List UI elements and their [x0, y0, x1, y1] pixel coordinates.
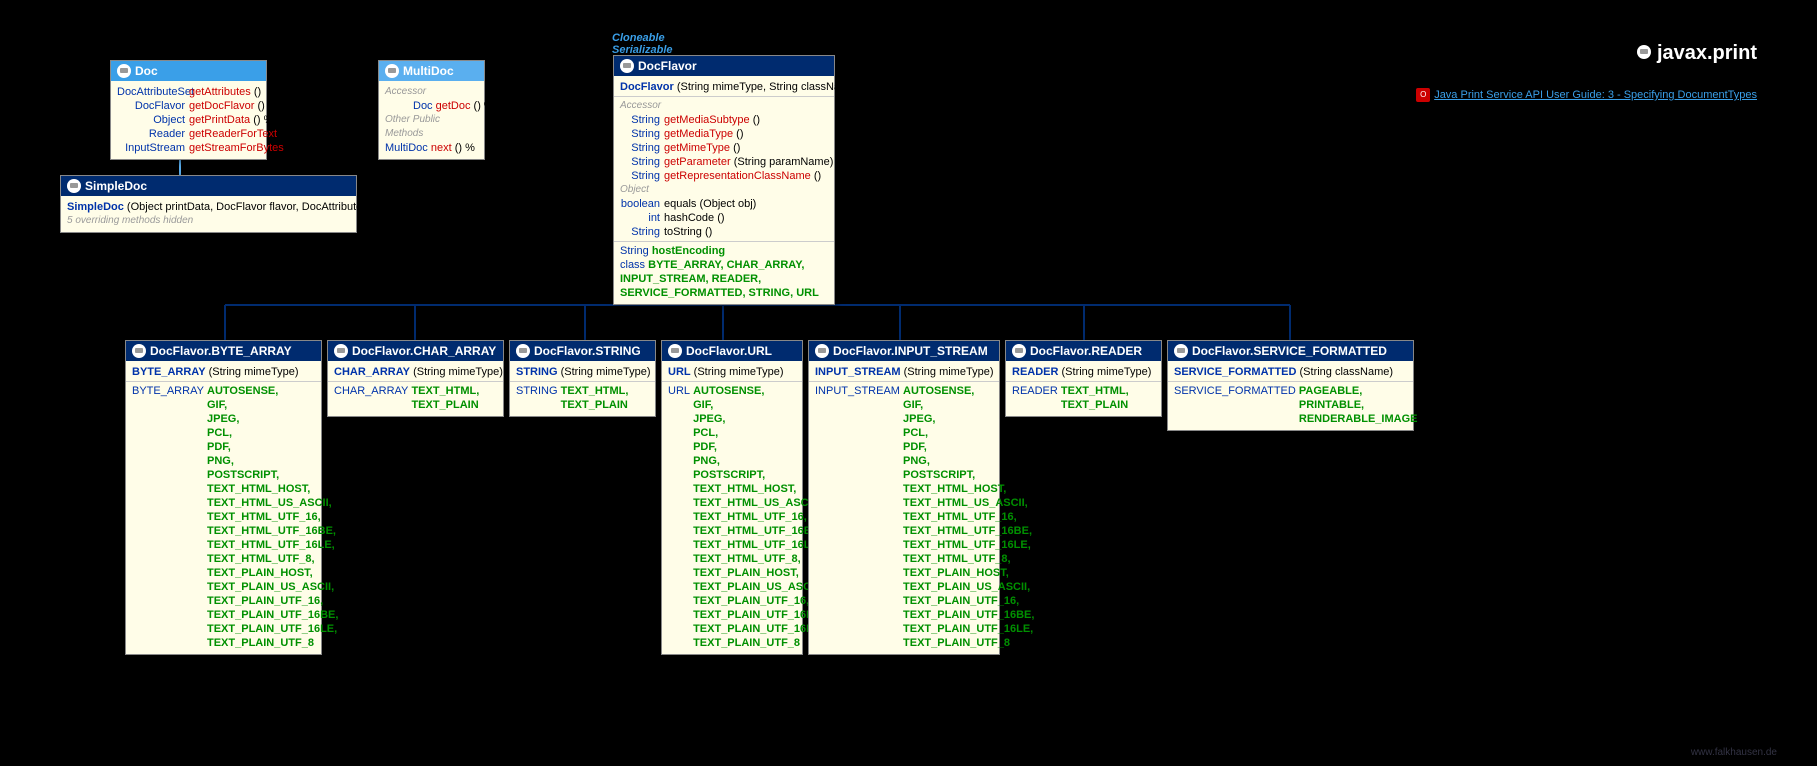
box-title: DocFlavor	[614, 56, 834, 76]
class-icon	[1174, 344, 1188, 358]
box-title: Doc	[111, 61, 266, 81]
box-title: DocFlavor.INPUT_STREAM	[809, 341, 999, 361]
box-title: DocFlavor.CHAR_ARRAY	[328, 341, 503, 361]
class-string: DocFlavor.STRING STRING (String mimeType…	[509, 340, 656, 417]
box-title: MultiDoc	[379, 61, 484, 81]
box-title: DocFlavor.STRING	[510, 341, 655, 361]
box-title: DocFlavor.READER	[1006, 341, 1161, 361]
class-icon	[1012, 344, 1026, 358]
class-input-stream: DocFlavor.INPUT_STREAM INPUT_STREAM (Str…	[808, 340, 1000, 655]
box-title: DocFlavor.URL	[662, 341, 802, 361]
oracle-icon: O	[1416, 88, 1430, 102]
class-byte-array: DocFlavor.BYTE_ARRAY BYTE_ARRAY (String …	[125, 340, 322, 655]
package-title: javax.print	[1637, 42, 1757, 65]
interface-doc: Doc DocAttributeSetgetAttributes ()DocFl…	[110, 60, 267, 160]
class-reader: DocFlavor.READER READER (String mimeType…	[1005, 340, 1162, 417]
class-docflavor: DocFlavor DocFlavor (String mimeType, St…	[613, 55, 835, 305]
annotation-cloneable: Cloneable	[612, 32, 665, 44]
class-icon	[385, 64, 399, 78]
footer-credit: www.falkhausen.de	[1691, 747, 1777, 758]
guide-link[interactable]: OJava Print Service API User Guide: 3 - …	[1416, 88, 1757, 102]
class-url: DocFlavor.URL URL (String mimeType) URL …	[661, 340, 803, 655]
class-icon	[132, 344, 146, 358]
class-icon	[117, 64, 131, 78]
class-icon	[620, 59, 634, 73]
box-title: DocFlavor.BYTE_ARRAY	[126, 341, 321, 361]
class-icon	[668, 344, 682, 358]
class-icon	[67, 179, 81, 193]
class-char-array: DocFlavor.CHAR_ARRAY CHAR_ARRAY (String …	[327, 340, 504, 417]
box-title: SimpleDoc	[61, 176, 356, 196]
class-service-formatted: DocFlavor.SERVICE_FORMATTED SERVICE_FORM…	[1167, 340, 1414, 431]
class-simpledoc: SimpleDoc SimpleDoc (Object printData, D…	[60, 175, 357, 233]
class-icon	[815, 344, 829, 358]
class-icon	[334, 344, 348, 358]
class-icon	[516, 344, 530, 358]
class-icon	[1637, 45, 1651, 59]
box-title: DocFlavor.SERVICE_FORMATTED	[1168, 341, 1413, 361]
interface-multidoc: MultiDoc Accessor Doc getDoc () % Other …	[378, 60, 485, 160]
